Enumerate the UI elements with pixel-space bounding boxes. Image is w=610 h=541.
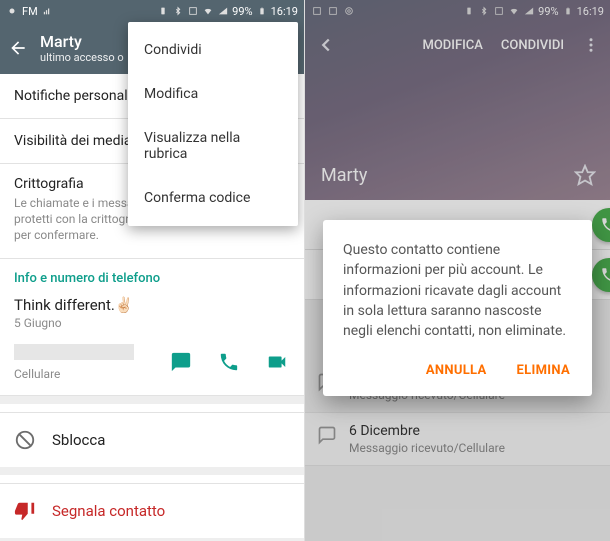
bluetooth-icon	[172, 5, 184, 17]
menu-share[interactable]: Condividi	[128, 28, 298, 72]
whatsapp-contact-screen: FM 9	[0, 0, 305, 541]
clock-label: 16:19	[271, 5, 298, 18]
dialog-text: Questo contatto contiene informazioni pe…	[343, 240, 572, 341]
call-icon[interactable]	[218, 351, 240, 373]
custom-notifications-label: Notifiche personali	[14, 88, 131, 104]
overflow-menu: Condividi Modifica Visualizza nella rubr…	[128, 22, 298, 226]
report-label: Segnala contatto	[52, 502, 165, 520]
wifi-icon	[202, 5, 214, 17]
nfc-icon	[187, 5, 199, 17]
battery-percent: 99%	[232, 5, 252, 18]
carrier-label: FM	[22, 5, 38, 18]
contacts-detail-screen: 99% 16:19 MODIFICA CONDIVIDI	[305, 0, 610, 541]
phone-type-label: Cellulare	[14, 367, 134, 381]
status-date: 5 Giugno	[14, 316, 290, 330]
dialog-cancel-button[interactable]: ANNULLA	[424, 357, 489, 384]
unblock-label: Sblocca	[52, 431, 105, 449]
thumb-down-icon	[14, 500, 36, 522]
menu-confirm-code[interactable]: Conferma codice	[128, 176, 298, 220]
message-icon[interactable]	[170, 351, 192, 373]
last-seen-label: ultimo accesso o	[40, 51, 124, 64]
signal-icon	[217, 5, 229, 17]
radio-icon	[6, 5, 18, 17]
menu-view-in-addressbook[interactable]: Visualizza nella rubrica	[128, 116, 298, 176]
battery-icon	[256, 5, 268, 17]
unblock-icon	[14, 429, 36, 451]
dialog-delete-button[interactable]: ELIMINA	[515, 357, 572, 384]
status-text: Think different.✌🏻	[14, 296, 290, 314]
info-section: Info e numero di telefono Think differen…	[0, 259, 304, 396]
back-arrow-icon[interactable]	[8, 38, 28, 58]
report-contact-row[interactable]: Segnala contatto	[0, 483, 304, 538]
menu-edit[interactable]: Modifica	[128, 72, 298, 116]
status-bar: FM 9	[0, 0, 304, 22]
phone-number-masked	[14, 344, 134, 360]
unblock-row[interactable]: Sblocca	[0, 412, 304, 467]
contact-name: Marty	[40, 32, 124, 51]
info-header: Info e numero di telefono	[14, 271, 290, 286]
bars-icon	[42, 5, 54, 17]
vibrate-icon	[157, 5, 169, 17]
video-call-icon[interactable]	[266, 351, 288, 373]
media-visibility-label: Visibilità dei media	[14, 133, 132, 149]
delete-confirm-dialog: Questo contatto contiene informazioni pe…	[323, 220, 592, 396]
